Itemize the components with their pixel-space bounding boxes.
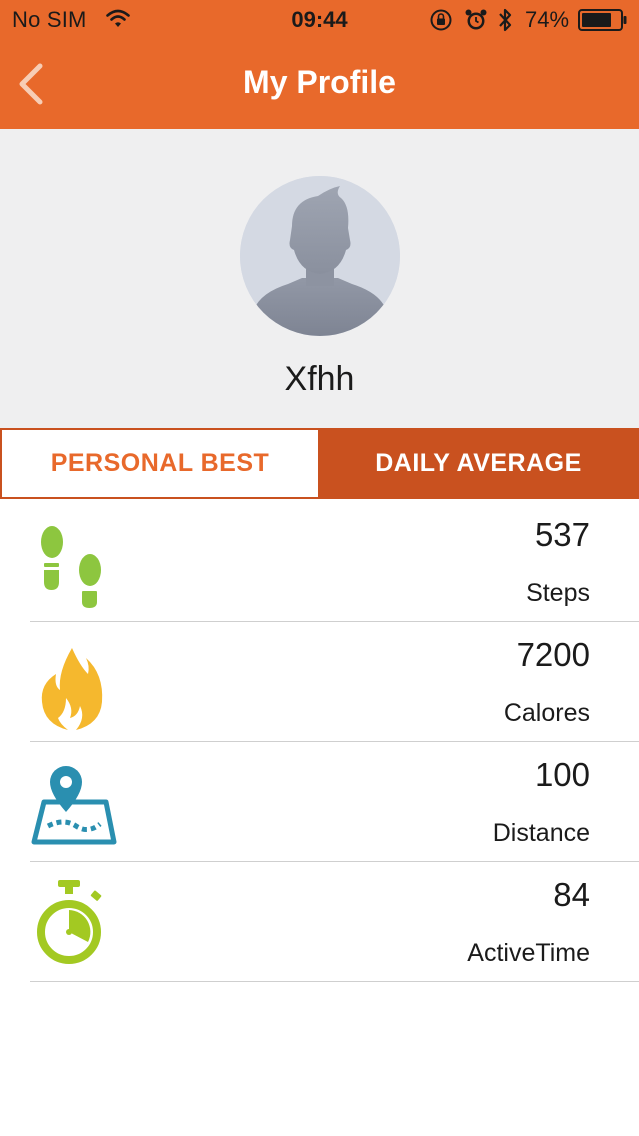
- status-bar: No SIM 09:44 74%: [0, 0, 639, 42]
- flame-icon: [41, 648, 103, 730]
- calories-label: Calores: [503, 699, 590, 727]
- header: No SIM 09:44 74% My Profile: [0, 0, 639, 129]
- stat-row-active-time: 84 ActiveTime: [30, 862, 639, 982]
- rotation-lock-icon: [430, 9, 452, 31]
- distance-label: Distance: [492, 819, 590, 847]
- bluetooth-icon: [499, 8, 512, 32]
- stopwatch-icon: [37, 880, 102, 964]
- avatar[interactable]: [240, 176, 400, 336]
- footprints-icon: [41, 526, 101, 608]
- tab-daily-average[interactable]: DAILY AVERAGE: [318, 428, 639, 499]
- tab-bar: PERSONAL BEST DAILY AVERAGE: [0, 428, 639, 499]
- battery-percent: 74%: [525, 7, 570, 32]
- page-title: My Profile: [243, 64, 396, 100]
- username: Xfhh: [284, 360, 355, 398]
- default-user-avatar-icon: [240, 176, 400, 336]
- nav-bar: My Profile: [0, 42, 639, 129]
- calories-value: 7200: [516, 636, 590, 673]
- profile-section: Xfhh: [0, 129, 639, 428]
- active-time-label: ActiveTime: [467, 939, 590, 967]
- distance-value: 100: [534, 756, 590, 793]
- stat-row-distance: 100 Distance: [30, 742, 639, 862]
- active-time-value: 84: [553, 876, 590, 913]
- my-profile-screen: No SIM 09:44 74% My Profile Xfhh PERSONA…: [0, 0, 639, 1136]
- steps-value: 537: [534, 516, 590, 553]
- stat-row-steps: 537 Steps: [30, 502, 639, 622]
- alarm-clock-icon: [465, 9, 487, 30]
- map-pin-icon: [31, 766, 117, 845]
- tab-personal-best[interactable]: PERSONAL BEST: [0, 428, 318, 499]
- steps-label: Steps: [526, 579, 590, 607]
- battery-icon: [578, 9, 627, 31]
- stat-row-calories: 7200 Calores: [30, 622, 639, 742]
